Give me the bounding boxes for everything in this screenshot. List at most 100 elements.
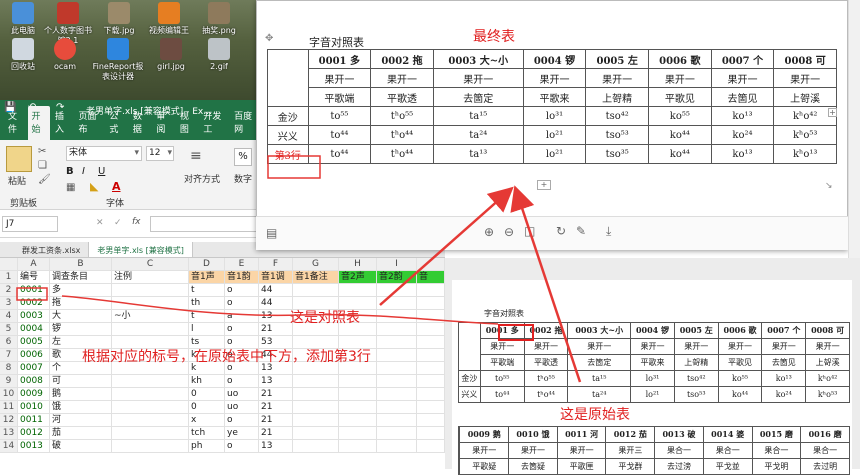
data-cell[interactable]: 44	[259, 284, 293, 297]
row-number[interactable]: 6	[0, 336, 18, 349]
data-cell[interactable]	[377, 310, 417, 323]
data-cell[interactable]	[377, 375, 417, 388]
data-cell[interactable]: 0006	[18, 349, 50, 362]
font-color-icon[interactable]: A	[112, 180, 121, 193]
desktop-icon-ocam[interactable]: ocam	[42, 38, 88, 72]
tab-formulas[interactable]: 公式	[105, 106, 128, 140]
data-cell[interactable]	[112, 440, 189, 453]
row-number[interactable]: 12	[0, 414, 18, 427]
data-cell[interactable]: 破	[50, 440, 112, 453]
resize-handle-icon[interactable]: ↘	[825, 181, 833, 191]
column-header[interactable]: C	[112, 258, 189, 271]
data-cell[interactable]: 大	[50, 310, 112, 323]
tab-page-layout[interactable]: 页面布	[75, 106, 105, 140]
header-cell[interactable]: 调查条目	[50, 271, 112, 284]
data-cell[interactable]	[112, 388, 189, 401]
data-cell[interactable]: 茄	[50, 427, 112, 440]
row-number[interactable]: 9	[0, 375, 18, 388]
data-cell[interactable]	[339, 401, 377, 414]
data-cell[interactable]	[377, 323, 417, 336]
data-cell[interactable]: uo	[225, 388, 259, 401]
row-number[interactable]: 14	[0, 440, 18, 453]
data-cell[interactable]: 0002	[18, 297, 50, 310]
data-cell[interactable]: 0003	[18, 310, 50, 323]
data-cell[interactable]	[112, 427, 189, 440]
data-cell[interactable]: t	[189, 310, 225, 323]
data-cell[interactable]	[377, 440, 417, 453]
tab-developer[interactable]: 开发工	[199, 106, 229, 140]
data-cell[interactable]: 0004	[18, 323, 50, 336]
column-header[interactable]: I	[377, 258, 417, 271]
header-cell[interactable]: 注例	[112, 271, 189, 284]
data-cell[interactable]	[293, 427, 339, 440]
vertical-scrollbar[interactable]	[848, 0, 860, 258]
zoom-out-icon[interactable]: ⊖	[504, 225, 514, 239]
header-cell[interactable]: 音1声	[189, 271, 225, 284]
number-format-button[interactable]: 数字	[234, 172, 252, 185]
row-number[interactable]: 13	[0, 427, 18, 440]
data-cell[interactable]	[112, 414, 189, 427]
bold-button[interactable]: B	[66, 166, 74, 177]
data-cell[interactable]	[377, 362, 417, 375]
column-header[interactable]: F	[259, 258, 293, 271]
header-cell[interactable]: 音2声	[339, 271, 377, 284]
data-cell[interactable]: o	[225, 323, 259, 336]
data-cell[interactable]	[417, 336, 445, 349]
data-cell[interactable]	[417, 375, 445, 388]
format-painter-icon[interactable]: 🖌	[38, 174, 51, 185]
data-cell[interactable]	[339, 375, 377, 388]
data-cell[interactable]	[377, 414, 417, 427]
confirm-entry-icon[interactable]: ✓	[114, 218, 122, 228]
data-cell[interactable]	[377, 284, 417, 297]
data-cell[interactable]: 河	[50, 414, 112, 427]
font-size-select[interactable]: 12 ▾	[146, 146, 174, 161]
data-cell[interactable]	[377, 336, 417, 349]
workbook-tab-salary[interactable]: 群发工资条.xlsx	[0, 242, 90, 257]
fill-color-icon[interactable]: ◣	[90, 180, 98, 193]
data-cell[interactable]	[417, 414, 445, 427]
data-cell[interactable]: o	[225, 375, 259, 388]
row-number[interactable]: 4	[0, 310, 18, 323]
header-cell[interactable]: 编号	[18, 271, 50, 284]
data-cell[interactable]: o	[225, 297, 259, 310]
data-cell[interactable]: 21	[259, 388, 293, 401]
underline-button[interactable]: U	[98, 166, 105, 177]
data-cell[interactable]	[293, 401, 339, 414]
data-cell[interactable]: kh	[189, 375, 225, 388]
column-header[interactable]: A	[18, 258, 50, 271]
header-cell[interactable]: 音1韵	[225, 271, 259, 284]
alignment-button[interactable]: 对齐方式	[184, 172, 220, 185]
data-cell[interactable]	[377, 401, 417, 414]
row-number[interactable]: 8	[0, 362, 18, 375]
row-number[interactable]: 10	[0, 388, 18, 401]
column-header[interactable]: B	[50, 258, 112, 271]
tab-home[interactable]: 开始	[27, 106, 51, 140]
data-cell[interactable]	[377, 427, 417, 440]
rotate-icon[interactable]: ↻	[556, 224, 566, 238]
insert-function-button[interactable]: fx	[132, 217, 141, 227]
data-cell[interactable]: x	[189, 414, 225, 427]
desktop-icon-finereport[interactable]: FineReport报表设计器	[90, 38, 146, 82]
column-header[interactable]: E	[225, 258, 259, 271]
download-icon[interactable]: ⤓	[606, 224, 611, 239]
formula-input[interactable]	[150, 216, 258, 232]
data-cell[interactable]: th	[189, 297, 225, 310]
data-cell[interactable]: 可	[50, 375, 112, 388]
data-cell[interactable]	[112, 284, 189, 297]
data-cell[interactable]: ph	[189, 440, 225, 453]
desktop-icon-girl[interactable]: girl.jpg	[148, 38, 194, 72]
header-cell[interactable]: 音1调	[259, 271, 293, 284]
desktop-icon-gif[interactable]: 2.gif	[196, 38, 242, 72]
data-cell[interactable]	[417, 388, 445, 401]
select-all-corner[interactable]	[0, 258, 18, 271]
data-cell[interactable]	[112, 323, 189, 336]
zoom-in-icon[interactable]: ⊕	[484, 225, 494, 239]
data-cell[interactable]: 0010	[18, 401, 50, 414]
data-cell[interactable]: 21	[259, 427, 293, 440]
data-cell[interactable]: 鹅	[50, 388, 112, 401]
row-number[interactable]: 11	[0, 401, 18, 414]
data-cell[interactable]: uo	[225, 401, 259, 414]
border-icon[interactable]: ▦	[66, 182, 75, 193]
data-cell[interactable]	[339, 440, 377, 453]
tab-review[interactable]: 审阅	[152, 106, 175, 140]
